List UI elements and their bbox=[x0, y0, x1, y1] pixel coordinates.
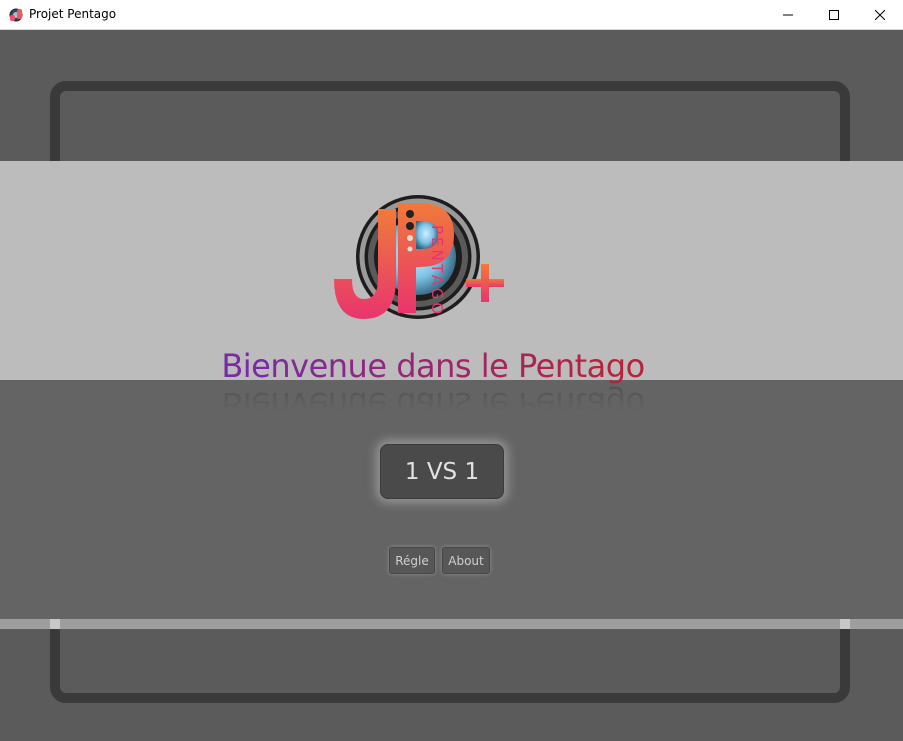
maximize-icon bbox=[829, 9, 839, 20]
strip-notch-left bbox=[50, 619, 60, 629]
close-button[interactable] bbox=[857, 0, 903, 29]
minimize-icon bbox=[783, 14, 793, 15]
main-content: PENTAGO Bienvenue dans le Pentago Bienve… bbox=[0, 30, 903, 741]
about-button[interactable]: About bbox=[442, 547, 490, 574]
one-vs-one-button[interactable]: 1 VS 1 bbox=[380, 444, 504, 499]
divider-strip bbox=[0, 619, 903, 629]
close-icon bbox=[875, 9, 885, 20]
pentago-logo: PENTAGO bbox=[334, 195, 504, 319]
minimize-button[interactable] bbox=[765, 0, 811, 29]
app-icon bbox=[9, 8, 23, 22]
strip-notch-right bbox=[840, 619, 850, 629]
window-title: Projet Pentago bbox=[29, 7, 117, 21]
maximize-button[interactable] bbox=[811, 0, 857, 29]
welcome-title-reflection: Bienvenue dans le Pentago bbox=[221, 385, 645, 423]
window-titlebar: Projet Pentago bbox=[0, 0, 903, 30]
logo-letters: PENTAGO bbox=[428, 225, 446, 317]
rules-button[interactable]: Régle bbox=[389, 547, 435, 574]
